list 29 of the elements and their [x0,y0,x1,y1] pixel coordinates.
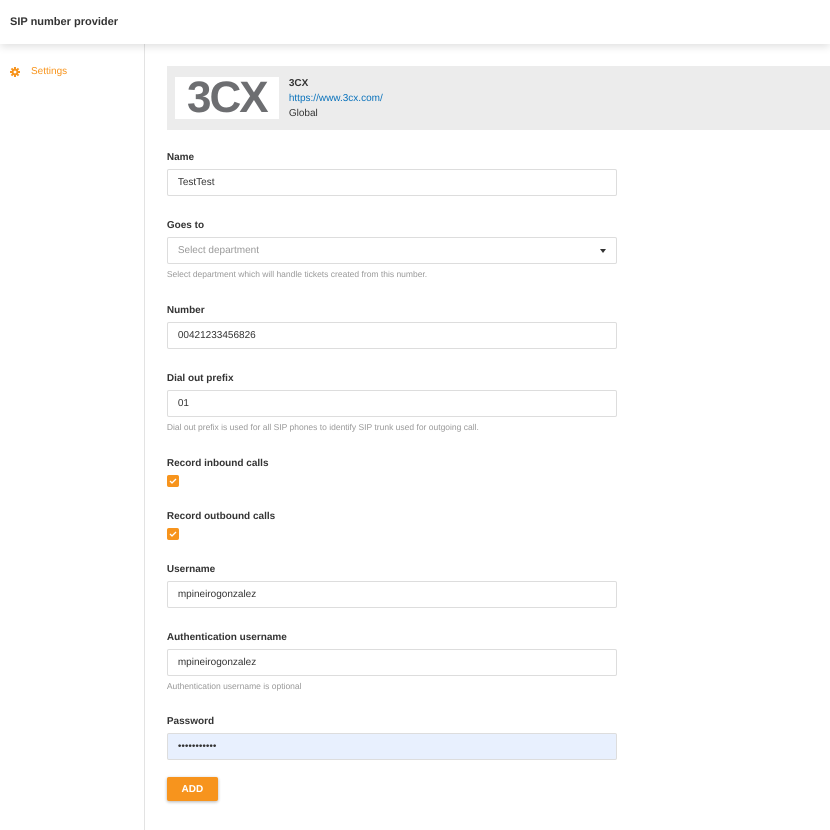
field-label: Username [166,562,216,576]
field-label: Record outbound calls [166,510,276,524]
provider-link[interactable]: https://www.3cx.com/ [288,92,383,104]
help-text: Authentication username is optional [166,680,303,692]
check-icon [168,530,177,536]
field-label: Goes to [166,219,206,233]
input-field[interactable]: TestTest [166,169,617,196]
gear-icon [10,66,20,76]
provider-region: Global [288,106,319,120]
password-field[interactable]: ••••••••••• [166,733,617,760]
checkbox[interactable] [166,474,179,486]
field-label: Authentication username [166,630,288,644]
help-text: Select department which will handle tickets created from this number. [166,268,428,281]
input-field[interactable]: 00421233456826 [166,322,617,349]
field-label: Number [166,304,206,318]
input-field[interactable]: 01 [166,390,617,417]
checkbox[interactable] [166,528,179,540]
input-field[interactable]: mpineirogonzalez [166,648,617,676]
help-text: Dial out prefix is used for all SIP phones to identify SIP trunk used for outgoing call. [166,420,480,434]
caret-icon [600,248,606,252]
check-icon [168,478,177,484]
field-label: Password [166,715,216,730]
input-field[interactable]: mpineirogonzalez [166,580,617,608]
field-label: Dial out prefix [166,372,235,386]
page-title: SIP number provider [10,14,118,30]
field-label: Record inbound calls [166,456,270,470]
provider-name: 3CX [288,76,310,90]
field-label: Name [166,151,196,165]
logo: 3CX [174,77,279,119]
